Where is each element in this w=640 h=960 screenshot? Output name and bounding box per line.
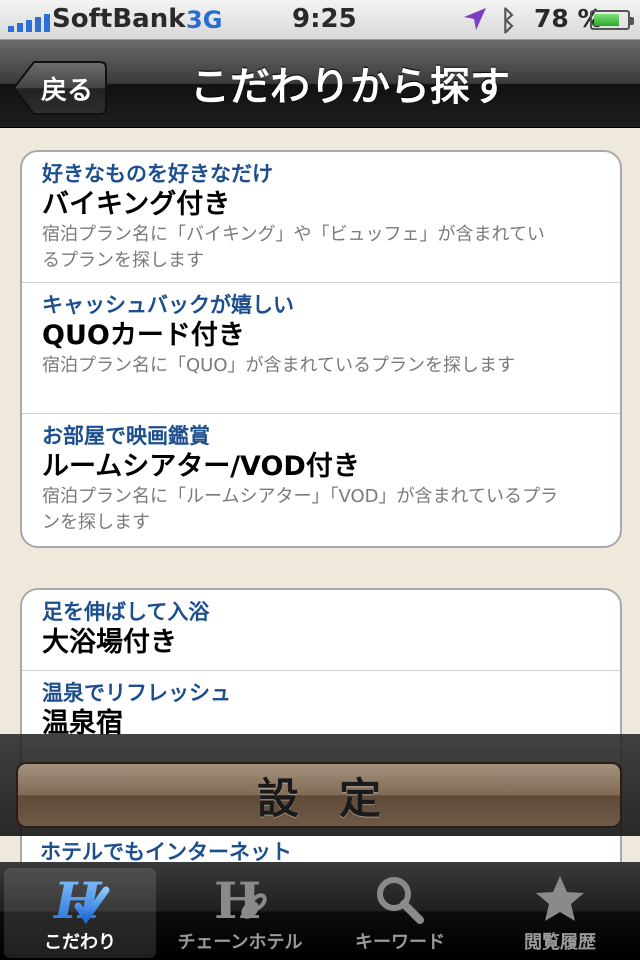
tab-kodawari[interactable]: H こだわり xyxy=(0,862,160,960)
list-item-title: バイキング付き xyxy=(42,189,231,220)
tab-label: キーワード xyxy=(355,932,445,953)
tab-label: 閲覧履歴 xyxy=(524,932,596,953)
battery-icon xyxy=(590,10,634,30)
list-item-subtitle: 足を伸ばして入浴 xyxy=(42,600,210,624)
list-item-description: 宿泊プラン名に「バイキング」や「ビュッフェ」が含まれているプランを探します xyxy=(42,224,545,271)
bluetooth-icon: ᛒ xyxy=(500,4,517,37)
list-item-subtitle: キャッシュバックが嬉しい xyxy=(42,293,294,317)
magnifier-icon xyxy=(377,877,424,924)
list-item-large-bath[interactable]: 足を伸ばして入浴 大浴場付き xyxy=(22,590,620,671)
star-icon xyxy=(536,876,584,921)
signal-icon xyxy=(8,14,50,32)
list-item-title: QUOカード付き xyxy=(42,320,245,351)
status-bar: SoftBank 3G 9:25 ᛒ 78 % xyxy=(0,0,640,40)
navigation-bar: 戻る こだわりから探す xyxy=(0,40,640,128)
tab-label: こだわり xyxy=(44,932,116,953)
list-item-room-theater[interactable]: お部屋で映画鑑賞 ルームシアター/VOD付き 宿泊プラン名に「ルームシアター」「… xyxy=(22,414,620,545)
list-item-subtitle: お部屋で映画鑑賞 xyxy=(42,424,210,448)
list-item-quo-card[interactable]: キャッシュバックが嬉しい QUOカード付き 宿泊プラン名に「QUO」が含まれてい… xyxy=(22,283,620,414)
list-item-buffet[interactable]: 好きなものを好きなだけ バイキング付き 宿泊プラン名に「バイキング」や「ビュッフ… xyxy=(22,152,620,283)
back-button-label: 戻る xyxy=(40,75,93,106)
set-button[interactable]: 設定 xyxy=(16,762,622,828)
set-button-bar: 設定 xyxy=(0,734,640,836)
tab-history[interactable]: 閲覧履歴 xyxy=(480,862,640,960)
list-item-description: 宿泊プラン名に「QUO」が含まれているプランを探します xyxy=(42,355,515,376)
h-check-icon: H xyxy=(52,872,110,928)
back-button[interactable]: 戻る xyxy=(12,60,108,116)
location-arrow-icon xyxy=(464,8,486,30)
list-item-description: 宿泊プラン名に「ルームシアター」「VOD」が含まれているプランを探します xyxy=(42,486,558,533)
option-group-1: 好きなものを好きなだけ バイキング付き 宿泊プラン名に「バイキング」や「ビュッフ… xyxy=(20,150,622,548)
page-title: こだわりから探す xyxy=(190,64,510,110)
network-type: 3G xyxy=(186,6,223,34)
tab-keyword[interactable]: キーワード xyxy=(320,862,480,960)
tab-bar: H こだわり H チェーンホテル キーワード 閲覧履歴 xyxy=(0,862,640,960)
carrier-name: SoftBank xyxy=(52,4,186,34)
list-item-subtitle: 好きなものを好きなだけ xyxy=(42,162,273,186)
battery-fill xyxy=(594,14,619,26)
list-item-subtitle: 温泉でリフレッシュ xyxy=(42,681,231,705)
tab-chain-hotel[interactable]: H チェーンホテル xyxy=(160,862,320,960)
tab-label: チェーンホテル xyxy=(177,932,303,953)
status-time: 9:25 xyxy=(292,4,357,34)
h-chain-icon: H xyxy=(214,872,267,928)
list-item-title: ルームシアター/VOD付き xyxy=(42,451,360,482)
list-item-title: 大浴場付き xyxy=(42,627,177,658)
